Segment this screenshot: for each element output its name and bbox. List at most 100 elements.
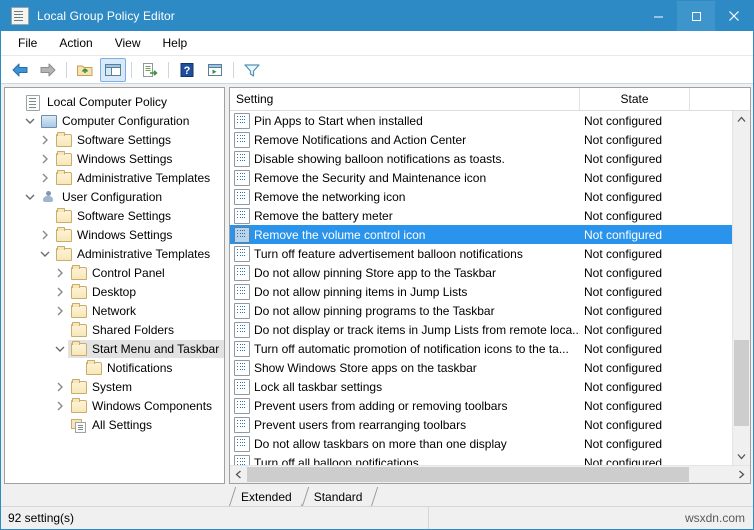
table-row[interactable]: Prevent users from rearranging toolbars N… — [230, 415, 733, 434]
tree-node[interactable]: Network — [5, 301, 224, 320]
tree-node-content[interactable]: System — [68, 378, 137, 396]
tree-node-content[interactable]: Computer Configuration — [38, 112, 194, 130]
chevron-right-icon[interactable] — [37, 227, 53, 243]
close-button[interactable] — [715, 1, 753, 31]
menu-item-help[interactable]: Help — [152, 33, 199, 53]
tree-node-content[interactable]: User Configuration — [38, 188, 167, 206]
tree-node-content[interactable]: Windows Settings — [53, 226, 177, 244]
tree-node-content[interactable]: Windows Settings — [53, 150, 177, 168]
table-row[interactable]: Do not allow pinning Store app to the Ta… — [230, 263, 733, 282]
tree-node[interactable]: Computer Configuration — [5, 111, 224, 130]
table-row[interactable]: Do not allow taskbars on more than one d… — [230, 434, 733, 453]
table-row[interactable]: Turn off all balloon notifications Not co… — [230, 453, 733, 465]
tree-node[interactable]: Windows Settings — [5, 149, 224, 168]
column-header-state[interactable]: State — [580, 88, 690, 110]
filter-icon[interactable] — [239, 58, 265, 82]
chevron-right-icon[interactable] — [52, 303, 68, 319]
tree-node-content[interactable]: Administrative Templates — [53, 169, 215, 187]
table-row[interactable]: Turn off automatic promotion of notifica… — [230, 339, 733, 358]
table-row[interactable]: Lock all taskbar settings Not configured — [230, 377, 733, 396]
tree-node-label: Computer Configuration — [62, 113, 190, 128]
tree-node[interactable]: Administrative Templates — [5, 244, 224, 263]
chevron-right-icon[interactable] — [52, 265, 68, 281]
chevron-right-icon[interactable] — [52, 398, 68, 414]
chevron-down-icon[interactable] — [52, 341, 68, 357]
list-horizontal-scrollbar[interactable] — [230, 465, 750, 483]
tree-node-content[interactable]: Network — [68, 302, 141, 320]
scroll-up-icon[interactable] — [733, 111, 750, 128]
tree-node-content[interactable]: Notifications — [83, 359, 177, 377]
menu-item-action[interactable]: Action — [48, 33, 103, 53]
table-row[interactable]: Disable showing balloon notifications as… — [230, 149, 733, 168]
horizontal-scroll-track[interactable] — [247, 466, 733, 483]
scroll-left-icon[interactable] — [230, 466, 247, 483]
tree-node-content[interactable]: Administrative Templates — [53, 245, 215, 263]
table-row[interactable]: Remove the Security and Maintenance icon… — [230, 168, 733, 187]
table-row[interactable]: Prevent users from adding or removing to… — [230, 396, 733, 415]
tab-extended[interactable]: Extended — [229, 487, 302, 506]
menu-item-view[interactable]: View — [104, 33, 152, 53]
table-row[interactable]: Remove the networking icon Not configured — [230, 187, 733, 206]
maximize-button[interactable] — [677, 1, 715, 31]
minimize-button[interactable] — [639, 1, 677, 31]
tree-node-content[interactable]: Windows Components — [68, 397, 217, 415]
tree-node[interactable]: System — [5, 377, 224, 396]
tree-node[interactable]: Software Settings — [5, 206, 224, 225]
policy-setting-icon — [234, 207, 250, 224]
back-icon[interactable] — [7, 58, 33, 82]
tree-node[interactable]: Local Computer Policy — [5, 92, 224, 111]
table-row[interactable]: Pin Apps to Start when installed Not conf… — [230, 111, 733, 130]
table-row[interactable]: Remove the volume control icon Not config… — [230, 225, 733, 244]
help-icon[interactable]: ? — [174, 58, 200, 82]
chevron-down-icon[interactable] — [37, 246, 53, 262]
tree-node[interactable]: Notifications — [5, 358, 224, 377]
table-row[interactable]: Do not allow pinning programs to the Tas… — [230, 301, 733, 320]
list-vertical-scrollbar[interactable] — [732, 111, 750, 465]
tree-node[interactable]: Desktop — [5, 282, 224, 301]
tree-node[interactable]: Windows Settings — [5, 225, 224, 244]
tree-node[interactable]: Windows Components — [5, 396, 224, 415]
show-hide-console-tree-icon[interactable] — [100, 57, 126, 82]
up-one-level-icon[interactable] — [72, 58, 98, 82]
tree-node-content[interactable]: Start Menu and Taskbar — [68, 339, 224, 358]
tree-node[interactable]: All Settings — [5, 415, 224, 434]
tree-node-content[interactable]: Software Settings — [53, 207, 176, 225]
scroll-down-icon[interactable] — [733, 448, 750, 465]
horizontal-scroll-thumb[interactable] — [247, 467, 690, 482]
chevron-right-icon[interactable] — [52, 284, 68, 300]
table-row[interactable]: Do not display or track items in Jump Li… — [230, 320, 733, 339]
tree-node-content[interactable]: Local Computer Policy — [23, 93, 172, 111]
table-row[interactable]: Remove the battery meter Not configured — [230, 206, 733, 225]
column-header-extra[interactable] — [690, 88, 750, 110]
vertical-scroll-track[interactable] — [733, 128, 750, 448]
menu-item-file[interactable]: File — [7, 33, 48, 53]
tree-node[interactable]: Control Panel — [5, 263, 224, 282]
table-row[interactable]: Show Windows Store apps on the taskbar No… — [230, 358, 733, 377]
chevron-right-icon[interactable] — [37, 151, 53, 167]
chevron-down-icon[interactable] — [22, 113, 38, 129]
scroll-right-icon[interactable] — [733, 466, 750, 483]
tree-node[interactable]: User Configuration — [5, 187, 224, 206]
tab-standard[interactable]: Standard — [301, 487, 373, 506]
properties-icon[interactable] — [202, 58, 228, 82]
tree-node[interactable]: Software Settings — [5, 130, 224, 149]
tree-node-content[interactable]: Control Panel — [68, 264, 170, 282]
table-row[interactable]: Turn off feature advertisement balloon n… — [230, 244, 733, 263]
tree-node[interactable]: Shared Folders — [5, 320, 224, 339]
tree-node-content[interactable]: All Settings — [68, 416, 157, 434]
column-header-setting[interactable]: Setting — [230, 88, 580, 110]
tree-node-content[interactable]: Software Settings — [53, 131, 176, 149]
table-row[interactable]: Do not allow pinning items in Jump Lists… — [230, 282, 733, 301]
tree-node[interactable]: Administrative Templates — [5, 168, 224, 187]
export-list-icon[interactable] — [137, 58, 163, 82]
tree-node-content[interactable]: Desktop — [68, 283, 141, 301]
chevron-right-icon[interactable] — [52, 379, 68, 395]
chevron-right-icon[interactable] — [37, 132, 53, 148]
tree-node-content[interactable]: Shared Folders — [68, 321, 179, 339]
table-row[interactable]: Remove Notifications and Action Center No… — [230, 130, 733, 149]
vertical-scroll-thumb[interactable] — [734, 340, 749, 426]
tree-node[interactable]: Start Menu and Taskbar — [5, 339, 224, 358]
forward-icon[interactable] — [35, 58, 61, 82]
chevron-down-icon[interactable] — [22, 189, 38, 205]
chevron-right-icon[interactable] — [37, 170, 53, 186]
